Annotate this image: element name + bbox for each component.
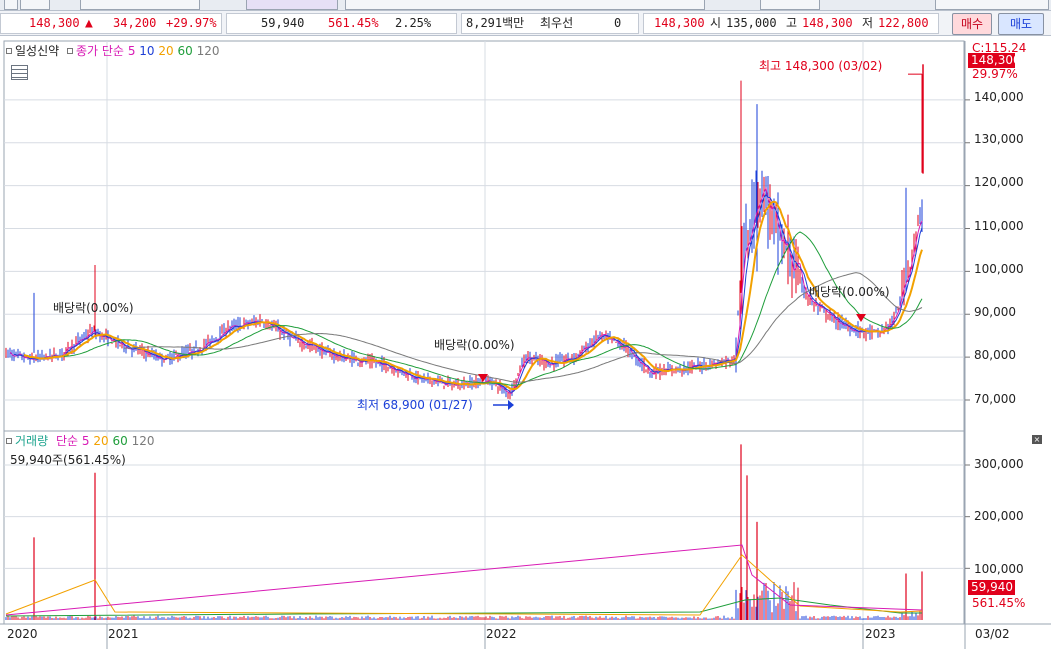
volume-badge: 59,940	[968, 580, 1015, 595]
item-name: 일성신약	[15, 44, 60, 58]
best-price: 148,300	[654, 16, 705, 30]
x-label: 2021	[108, 627, 139, 641]
x-label: 2023	[865, 627, 896, 641]
price-badge: 148,300	[968, 53, 1021, 68]
volume-ma-120-label: 120	[131, 434, 155, 448]
panel-toggle-icon[interactable]	[67, 48, 73, 54]
date-input[interactable]	[935, 0, 1049, 10]
volume-legend: 거래량 단순 5 20 60 120	[6, 432, 154, 449]
x-label: 2022	[486, 627, 517, 641]
count-input[interactable]	[760, 0, 820, 10]
cut-label: C:115.24	[972, 41, 1027, 53]
volume-panel	[3, 430, 965, 625]
close-panel-icon[interactable]: ×	[1032, 435, 1042, 444]
quote-bar: 148,300 ▲ 34,200 +29.97% 59,940 561.45% …	[0, 11, 1051, 36]
volume-ma-5-label: 5	[81, 434, 90, 448]
x-label: 2020	[7, 627, 38, 641]
y-tick: 140,000	[974, 90, 1024, 104]
volume-ma-60-label: 60	[112, 434, 128, 448]
trade-amount: 8,291백만	[466, 16, 525, 30]
change-badge: 29.97%	[972, 67, 1018, 81]
price-legend: 일성신약 종가 단순 5 10 20 60 120	[6, 42, 220, 59]
open-price: 135,000	[726, 16, 777, 30]
high-marker-label: 최고 148,300 (03/02)	[759, 59, 883, 73]
volume-cell: 59,940 561.45% 2.25%	[226, 13, 457, 34]
volume-ratio: 561.45%	[328, 16, 379, 30]
table-icon[interactable]	[11, 65, 28, 80]
change-rate: +29.97%	[166, 16, 217, 30]
period-tabs[interactable]	[345, 0, 705, 10]
ma-120-label: 120	[196, 44, 220, 58]
dividend-label: 배당락(0.00%)	[809, 285, 890, 299]
low-price: 122,800	[878, 16, 929, 30]
volume-title: 거래량	[15, 434, 49, 448]
volume-ma-20-label: 20	[93, 434, 109, 448]
toolbar-button[interactable]	[246, 0, 338, 10]
y-tick: 70,000	[974, 392, 1016, 406]
y-tick: 80,000	[974, 348, 1016, 362]
ma-10-label: 10	[139, 44, 155, 58]
toolbar	[0, 0, 1051, 11]
volume-pct-badge: 561.45%	[972, 596, 1026, 610]
amount-cell: 8,291백만 최우선 0	[461, 13, 639, 34]
high-price: 148,300	[802, 16, 853, 30]
toolbar-button[interactable]	[4, 0, 18, 10]
ma-label: 종가 단순	[76, 44, 124, 58]
ohlc-cell: 148,300 시 135,000 고 148,300 저 122,800	[643, 13, 939, 34]
sell-button[interactable]: 매도	[998, 13, 1044, 35]
panel-toggle-icon[interactable]	[6, 48, 12, 54]
best-qty: 0	[614, 16, 622, 30]
current-price: 148,300	[29, 16, 80, 30]
ma-60-label: 60	[177, 44, 193, 58]
open-label: 시	[710, 16, 722, 30]
code-input[interactable]	[80, 0, 200, 10]
dividend-label: 배당락(0.00%)	[53, 301, 134, 315]
y-tick: 100,000	[974, 262, 1024, 276]
volume-ma-label: 단순	[55, 434, 79, 448]
turnover-rate: 2.25%	[395, 16, 432, 30]
volume-y-tick: 100,000	[974, 562, 1024, 576]
stock-chart[interactable]	[0, 37, 1051, 649]
panel-toggle-icon[interactable]	[6, 438, 12, 444]
price-cell: 148,300 ▲ 34,200 +29.97%	[0, 13, 222, 34]
volume-current: 59,940주(561.45%)	[10, 453, 126, 467]
volume-value: 59,940	[261, 16, 305, 30]
price-change: 34,200	[113, 16, 157, 30]
low-label: 저	[862, 16, 874, 30]
low-marker-label: 최저 68,900 (01/27)	[357, 398, 473, 412]
volume-y-tick: 300,000	[974, 457, 1024, 471]
x-date-label: 03/02	[975, 627, 1010, 641]
up-arrow-icon: ▲	[85, 16, 93, 31]
ma-20-label: 20	[158, 44, 174, 58]
buy-button[interactable]: 매수	[952, 13, 992, 35]
y-tick: 120,000	[974, 175, 1024, 189]
best-label: 최우선	[540, 16, 574, 30]
ma-5-label: 5	[127, 44, 136, 58]
dividend-label: 배당락(0.00%)	[434, 338, 515, 352]
y-tick: 110,000	[974, 219, 1024, 233]
toolbar-button[interactable]	[20, 0, 50, 10]
y-tick: 130,000	[974, 132, 1024, 146]
y-tick: 90,000	[974, 305, 1016, 319]
volume-y-tick: 200,000	[974, 509, 1024, 523]
high-label: 고	[786, 16, 798, 30]
